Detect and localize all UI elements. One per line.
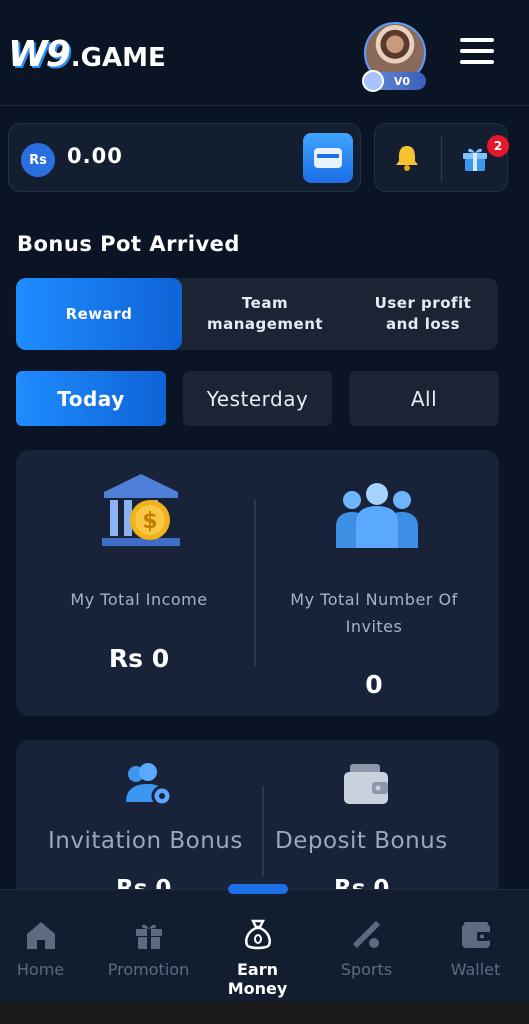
svg-text:$: $ <box>142 509 157 534</box>
total-invites-value: 0 <box>365 670 383 699</box>
nav-sports[interactable]: Sports <box>314 890 419 1003</box>
invitation-user-icon <box>126 763 173 807</box>
top-header: W9 .GAME V0 <box>0 0 529 106</box>
team-users-icon <box>336 483 418 548</box>
notification-count-badge: 2 <box>487 135 509 157</box>
nav-label: Wallet <box>450 960 501 979</box>
logo-text: .GAME <box>70 43 166 73</box>
logo-mark: W9 <box>8 34 71 75</box>
brand-logo[interactable]: W9 .GAME <box>8 34 166 75</box>
notification-panel: 2 <box>374 123 509 192</box>
total-income-label: My Total Income <box>70 590 208 609</box>
scroll-indicator <box>228 884 288 894</box>
bank-coin-icon: $ <box>102 474 180 546</box>
tab-user-profit-loss[interactable]: User profit and loss <box>348 278 498 350</box>
money-bag-icon <box>244 919 271 950</box>
sports-icon <box>352 921 380 948</box>
stats-card: $ My Total Income Rs 0 My Total Number O… <box>16 450 499 716</box>
stats-divider <box>254 500 256 666</box>
total-invites-label: My Total Number Of Invites <box>290 590 458 636</box>
date-tab-all[interactable]: All <box>349 371 499 426</box>
total-income-value: Rs 0 <box>108 644 170 673</box>
wallet-icon <box>461 922 490 948</box>
hamburger-menu-button[interactable] <box>460 38 494 68</box>
divider <box>441 136 442 182</box>
menu-line-icon <box>460 38 494 42</box>
nav-promotion[interactable]: Promotion <box>96 890 201 1003</box>
bonus-divider <box>262 786 264 876</box>
gift-icon <box>135 924 162 949</box>
nav-home[interactable]: Home <box>0 890 93 1003</box>
nav-label: Home <box>16 960 65 979</box>
nav-wallet[interactable]: Wallet <box>423 890 528 1003</box>
bottom-navigation: Home Promotion Earn Money Sports Wallet <box>0 889 529 1002</box>
main-tab-bar: Reward Team management User profit and l… <box>16 278 498 350</box>
date-tab-today[interactable]: Today <box>16 371 166 426</box>
menu-line-icon <box>460 49 494 53</box>
system-bar <box>0 1002 529 1024</box>
nav-label: Earn Money <box>227 960 288 998</box>
nav-label: Promotion <box>107 960 190 979</box>
tab-reward[interactable]: Reward <box>16 278 182 350</box>
deposit-wallet-button[interactable] <box>303 133 353 183</box>
deposit-bonus-label: Deposit Bonus <box>275 828 448 854</box>
rupee-icon: Rs <box>21 143 55 177</box>
menu-line-icon <box>460 60 494 64</box>
nav-earn-money[interactable]: Earn Money <box>205 890 310 1003</box>
deposit-wallet-icon <box>344 764 388 804</box>
balance-amount: 0.00 <box>67 144 123 168</box>
home-icon <box>26 922 55 949</box>
tab-team-management[interactable]: Team management <box>182 278 348 350</box>
vip-medal-icon <box>362 70 384 92</box>
card-icon <box>314 148 342 168</box>
date-tab-yesterday[interactable]: Yesterday <box>183 371 332 426</box>
earn-money-page: W9 .GAME V0 Rs 0.00 2 Bonus Pot Arrived … <box>0 0 529 1024</box>
bell-icon[interactable] <box>391 142 423 174</box>
invitation-bonus-label: Invitation Bonus <box>48 828 243 854</box>
page-title: Bonus Pot Arrived <box>17 232 240 256</box>
nav-label: Sports <box>340 960 393 979</box>
balance-panel: Rs 0.00 <box>8 123 361 192</box>
